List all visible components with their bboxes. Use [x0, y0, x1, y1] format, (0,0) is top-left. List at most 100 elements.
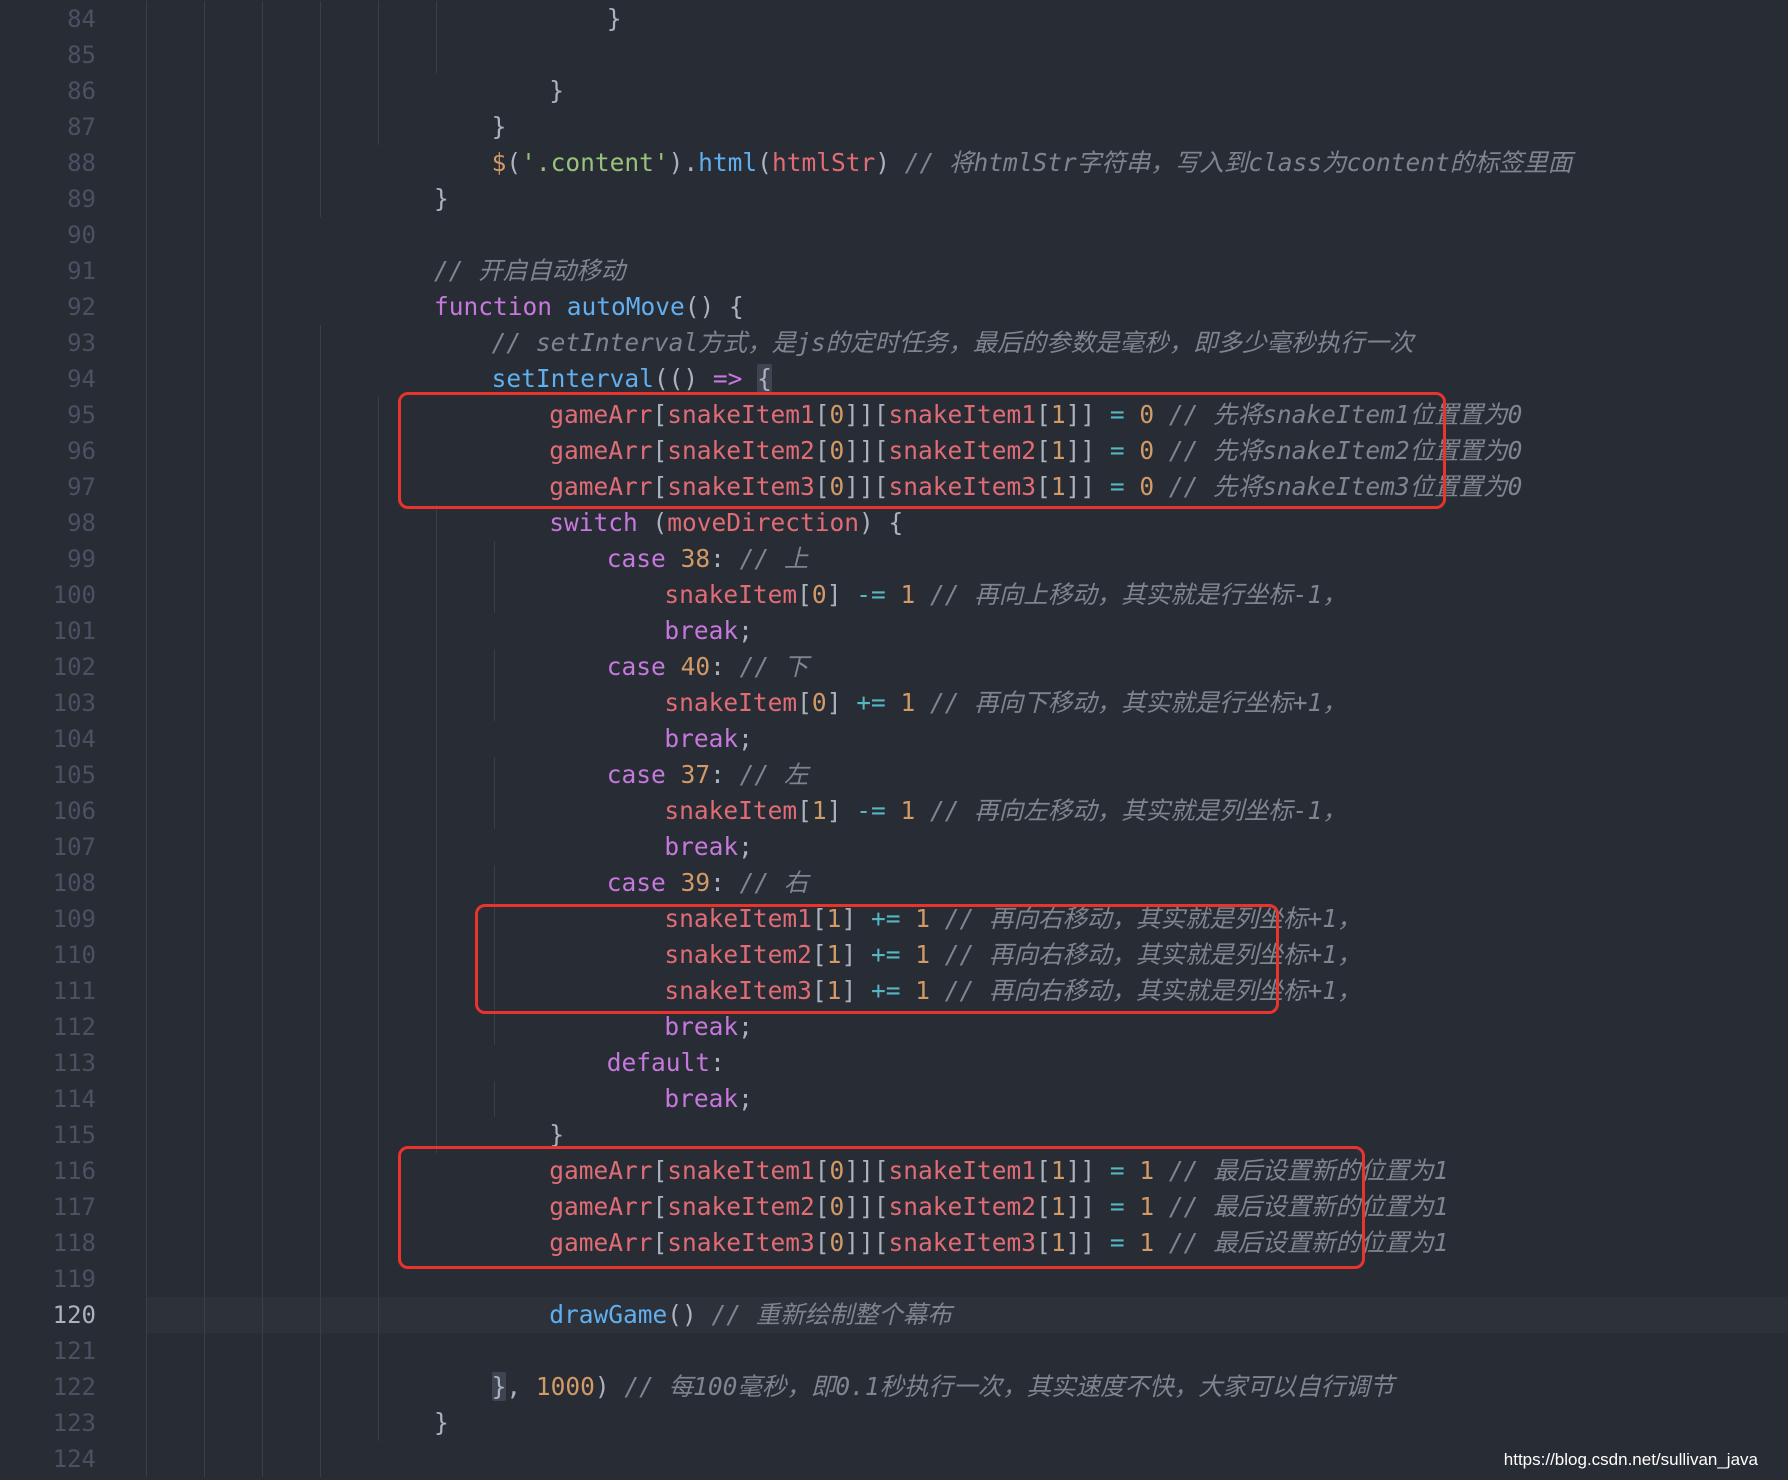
token-variable: moveDirection [667, 508, 859, 537]
token-plain: ] [826, 688, 857, 717]
token-plain: ) [594, 1372, 625, 1401]
code-line[interactable]: 84} [0, 1, 1788, 37]
code-text[interactable]: break; [664, 1009, 753, 1045]
token-plain: [ [797, 580, 812, 609]
code-line[interactable]: 114 break; [0, 1081, 1788, 1117]
line-number: 87 [67, 113, 96, 141]
code-text[interactable]: break; [664, 721, 753, 757]
code-text[interactable]: } [549, 73, 564, 109]
code-line[interactable]: 100 snakeItem[0] -= 1 // 再向上移动，其实就是行坐标-1， [0, 577, 1788, 613]
token-keyword: function [434, 292, 553, 321]
code-line[interactable]: 122 }, 1000) // 每100毫秒，即0.1秒执行一次，其实速度不快，大… [0, 1369, 1788, 1405]
code-text[interactable]: case 38: // 上 [607, 541, 809, 577]
code-text[interactable]: } [607, 1, 622, 37]
code-line[interactable]: 92 function autoMove() { [0, 289, 1788, 325]
token-plain: } [549, 1120, 564, 1149]
code-line[interactable]: 120 drawGame() // 重新绘制整个幕布 [0, 1297, 1788, 1333]
code-text[interactable]: switch (moveDirection) { [549, 505, 903, 541]
code-line[interactable]: 105 case 37: // 左 [0, 757, 1788, 793]
code-line[interactable]: 107 break; [0, 829, 1788, 865]
line-number: 104 [52, 725, 96, 753]
line-number: 117 [52, 1193, 96, 1221]
token-number: 39 [680, 868, 711, 897]
token-number: 40 [680, 652, 711, 681]
code-text[interactable]: snakeItem[0] += 1 // 再向下移动，其实就是行坐标+1， [664, 685, 1346, 721]
red-highlight-box [398, 392, 1446, 509]
code-text[interactable]: drawGame() // 重新绘制整个幕布 [549, 1297, 952, 1333]
code-text[interactable]: case 40: // 下 [607, 649, 809, 685]
code-line[interactable]: 121 [0, 1333, 1788, 1369]
red-highlight-box [398, 1146, 1365, 1269]
token-plain: ( [637, 508, 668, 537]
code-line[interactable]: 112 break; [0, 1009, 1788, 1045]
code-line[interactable]: 89} [0, 181, 1788, 217]
token-comment: // 再向上移动，其实就是行坐标-1， [930, 580, 1347, 609]
code-line[interactable]: 91 // 开启自动移动 [0, 253, 1788, 289]
code-text[interactable]: snakeItem[1] -= 1 // 再向左移动，其实就是列坐标-1， [664, 793, 1346, 829]
line-number: 114 [52, 1085, 96, 1113]
line-number: 95 [67, 401, 96, 429]
token-keyword: => [712, 364, 743, 393]
token-plain: ; [738, 832, 753, 861]
code-text[interactable]: case 39: // 右 [607, 865, 809, 901]
token-comment: // 右 [739, 868, 809, 897]
line-number: 89 [67, 185, 96, 213]
code-line[interactable]: 86} [0, 73, 1788, 109]
code-text[interactable]: break; [664, 1081, 753, 1117]
line-number: 119 [52, 1265, 96, 1293]
token-comment: // 再向左移动，其实就是列坐标-1， [930, 796, 1347, 825]
code-line[interactable]: 99 case 38: // 上 [0, 541, 1788, 577]
code-text[interactable]: // 开启自动移动 [434, 253, 625, 289]
code-line[interactable]: 88 $('.content').html(htmlStr) // 将htmlSt… [0, 145, 1788, 181]
code-text[interactable]: } [434, 181, 449, 217]
code-line[interactable]: 93 // setInterval方式，是js的定时任务，最后的参数是毫秒，即多少… [0, 325, 1788, 361]
code-text[interactable]: case 37: // 左 [607, 757, 809, 793]
code-line[interactable]: 104 break; [0, 721, 1788, 757]
code-text[interactable]: snakeItem[0] -= 1 // 再向上移动，其实就是行坐标-1， [664, 577, 1346, 613]
code-line[interactable]: 85 [0, 37, 1788, 73]
code-line[interactable]: 123} [0, 1405, 1788, 1441]
line-number: 101 [52, 617, 96, 645]
code-text[interactable]: } [434, 1405, 449, 1441]
token-plain: ; [738, 616, 753, 645]
token-operator: -= [856, 796, 886, 825]
line-number: 120 [52, 1301, 96, 1329]
code-line[interactable]: 102 case 40: // 下 [0, 649, 1788, 685]
token-plain: } [434, 1408, 449, 1437]
red-highlight-box [475, 904, 1279, 1014]
line-number: 122 [52, 1373, 96, 1401]
code-line[interactable]: 87} [0, 109, 1788, 145]
token-number: 1000 [535, 1372, 595, 1401]
code-line[interactable]: 98 switch (moveDirection) { [0, 505, 1788, 541]
code-text[interactable]: } [492, 109, 507, 145]
token-plain: ] [826, 796, 857, 825]
code-text[interactable]: function autoMove() { [434, 289, 744, 325]
line-number: 107 [52, 833, 96, 861]
code-line[interactable]: 103 snakeItem[0] += 1 // 再向下移动，其实就是行坐标+1， [0, 685, 1788, 721]
code-line[interactable]: 113 default: [0, 1045, 1788, 1081]
token-function: html [698, 148, 758, 177]
token-number: 0 [811, 580, 827, 609]
code-line[interactable]: 108 case 39: // 右 [0, 865, 1788, 901]
code-text[interactable]: }, 1000) // 每100毫秒，即0.1秒执行一次，其实速度不快，大家可以… [491, 1369, 1394, 1405]
code-text[interactable]: $('.content').html(htmlStr) // 将htmlStr字… [492, 145, 1573, 181]
line-number: 118 [52, 1229, 96, 1257]
code-text[interactable]: default: [607, 1045, 725, 1081]
token-keyword: break [664, 832, 739, 861]
code-editor[interactable]: 84} 85 86} 87} 88 $('.content').html(htmlStr)… [0, 0, 1788, 1480]
line-number: 98 [67, 509, 96, 537]
code-line[interactable]: 90 [0, 217, 1788, 253]
code-text[interactable]: break; [664, 613, 753, 649]
token-comment: // 上 [739, 544, 809, 573]
code-line[interactable]: 106 snakeItem[1] -= 1 // 再向左移动，其实就是列坐标-1， [0, 793, 1788, 829]
token-variable: snakeItem [664, 580, 798, 609]
token-keyword: case [606, 544, 666, 573]
code-line[interactable]: 101 break; [0, 613, 1788, 649]
code-text[interactable]: // setInterval方式，是js的定时任务，最后的参数是毫秒，即多少毫秒… [492, 325, 1414, 361]
line-number: 91 [67, 257, 96, 285]
code-text[interactable]: break; [664, 829, 753, 865]
line-number: 99 [67, 545, 96, 573]
